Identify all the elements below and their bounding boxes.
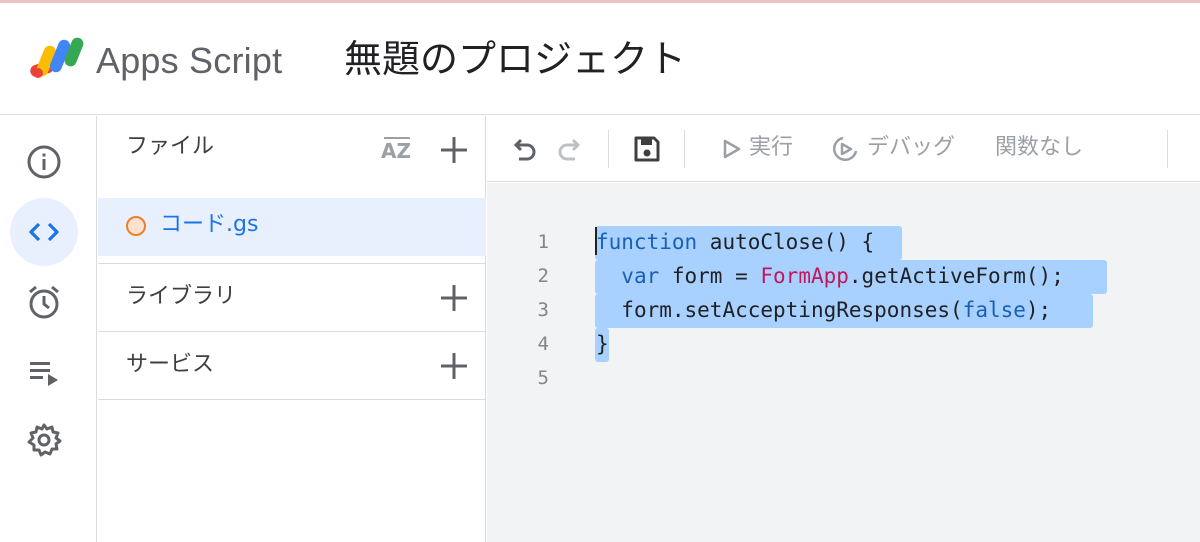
- settings-button[interactable]: [10, 406, 78, 474]
- keyword: false: [962, 298, 1026, 322]
- toolbar-separator: [684, 130, 685, 168]
- editor-toolbar: 実行 デバッグ 関数なし: [487, 116, 1200, 182]
- files-section: ファイル AZ コード.gs: [98, 116, 486, 264]
- sort-az-icon[interactable]: AZ: [380, 134, 414, 168]
- keyword: function: [596, 230, 698, 254]
- app-name[interactable]: Apps Script: [96, 37, 282, 85]
- sort-az-text: AZ: [381, 139, 411, 163]
- debug-icon[interactable]: [829, 133, 861, 165]
- code-text: .getActiveForm();: [848, 264, 1064, 288]
- line-number: 3: [537, 299, 549, 321]
- text-cursor: [595, 227, 597, 255]
- line-number: 1: [537, 231, 549, 253]
- executions-button[interactable]: [10, 338, 78, 406]
- project-title[interactable]: 無題のプロジェクト: [344, 33, 686, 85]
- code-editor[interactable]: 1 2 3 4 5 function autoClose() { var for…: [487, 183, 1200, 542]
- services-heading: サービス: [126, 352, 215, 377]
- overview-button[interactable]: [10, 128, 78, 196]
- alarm-clock-icon: [29, 285, 59, 319]
- files-heading: ファイル: [126, 134, 215, 159]
- code-line-4[interactable]: }: [596, 327, 609, 361]
- redo-icon[interactable]: [555, 133, 587, 165]
- undo-icon[interactable]: [507, 133, 539, 165]
- code-text: form.setAcceptingResponses(: [621, 298, 963, 322]
- save-icon[interactable]: [631, 133, 663, 165]
- code-text: form =: [659, 264, 761, 288]
- class-name: FormApp: [760, 264, 849, 288]
- code-icon: [29, 222, 59, 242]
- file-status-dot-icon: [126, 216, 146, 236]
- play-icon[interactable]: [715, 133, 747, 165]
- line-number: 2: [537, 265, 549, 287]
- file-name: コード.gs: [160, 212, 259, 237]
- services-section: サービス: [98, 332, 486, 400]
- add-library-icon[interactable]: [438, 282, 470, 314]
- file-item-code-gs[interactable]: コード.gs: [98, 198, 486, 256]
- libraries-heading: ライブラリ: [126, 284, 237, 309]
- gear-icon: [27, 423, 62, 457]
- line-number-gutter: 1 2 3 4 5: [487, 183, 577, 542]
- code-line-3[interactable]: form.setAcceptingResponses(false);: [596, 293, 1051, 327]
- code-line-1[interactable]: function autoClose() {: [596, 225, 874, 259]
- files-panel: ファイル AZ コード.gs ライブラリ サービス: [98, 116, 486, 542]
- left-navigation-rail: [0, 116, 97, 542]
- apps-script-logo[interactable]: [28, 35, 88, 83]
- function-select[interactable]: 関数なし: [995, 132, 1083, 164]
- toolbar-separator: [1167, 130, 1168, 168]
- code-text: );: [1025, 298, 1052, 322]
- run-button[interactable]: 実行: [749, 132, 793, 164]
- code-line-2[interactable]: var form = FormApp.getActiveForm();: [596, 259, 1064, 293]
- libraries-section: ライブラリ: [98, 264, 486, 332]
- app-header: Apps Script 無題のプロジェクト: [0, 3, 1200, 115]
- triggers-button[interactable]: [10, 268, 78, 336]
- editor-button[interactable]: [10, 198, 78, 266]
- add-file-icon[interactable]: [438, 134, 470, 166]
- add-service-icon[interactable]: [438, 350, 470, 382]
- executions-icon: [30, 362, 58, 386]
- line-number: 4: [537, 333, 549, 355]
- code-text: autoClose() {: [697, 230, 875, 254]
- toolbar-separator: [608, 130, 609, 168]
- info-icon: [27, 145, 61, 179]
- code-text: }: [596, 332, 609, 356]
- line-number: 5: [537, 367, 549, 389]
- debug-button[interactable]: デバッグ: [867, 132, 955, 164]
- keyword: var: [621, 264, 660, 288]
